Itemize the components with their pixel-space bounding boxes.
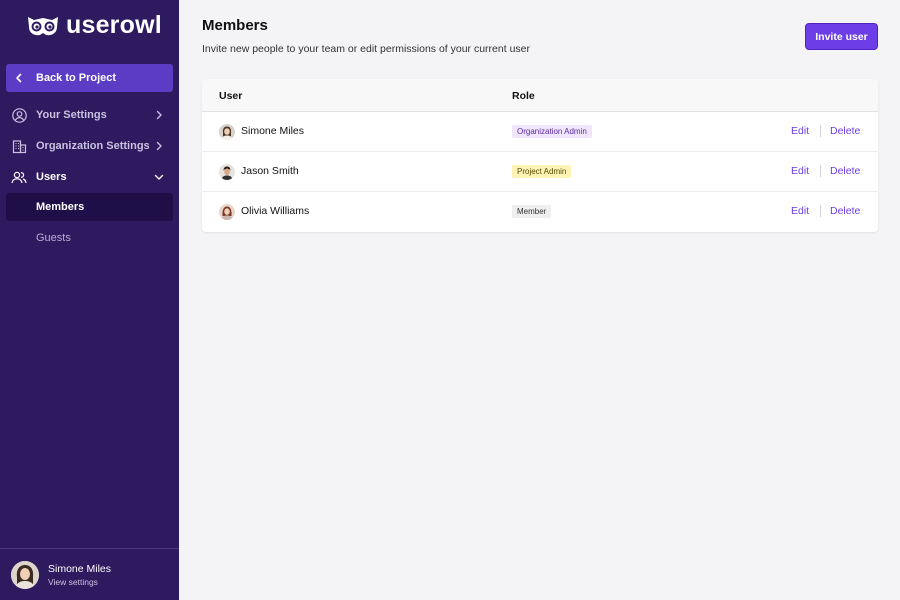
delete-button[interactable]: Delete bbox=[830, 165, 860, 177]
edit-button[interactable]: Edit bbox=[791, 165, 809, 177]
role-badge: Member bbox=[512, 205, 552, 218]
sidebar-item-your-settings[interactable]: Your Settings bbox=[6, 101, 173, 129]
sidebar-item-label: Guests bbox=[36, 232, 71, 244]
user-circle-icon bbox=[11, 107, 27, 123]
owl-logo-icon bbox=[28, 17, 58, 36]
avatar bbox=[219, 164, 235, 180]
chevron-down-icon bbox=[154, 174, 164, 180]
user-name: Olivia Williams bbox=[241, 205, 310, 217]
footer-user-name: Simone Miles bbox=[48, 562, 112, 575]
building-icon bbox=[11, 138, 27, 154]
page-subtitle: Invite new people to your team or edit p… bbox=[202, 43, 530, 55]
table-row: Jason Smith Project Admin Edit Delete bbox=[202, 152, 878, 192]
column-header-user: User bbox=[219, 90, 243, 102]
brand-logo[interactable]: userowl bbox=[26, 12, 162, 38]
edit-button[interactable]: Edit bbox=[791, 125, 809, 137]
page-title: Members bbox=[202, 17, 268, 34]
role-badge: Organization Admin bbox=[512, 125, 592, 138]
sidebar-item-label: Organization Settings bbox=[36, 140, 150, 152]
table-row: Simone Miles Organization Admin Edit Del… bbox=[202, 112, 878, 152]
action-divider bbox=[820, 165, 821, 177]
chevron-left-icon bbox=[11, 70, 27, 86]
chevron-right-icon bbox=[156, 110, 162, 120]
sidebar-item-members[interactable]: Members bbox=[6, 193, 173, 221]
delete-button[interactable]: Delete bbox=[830, 125, 860, 137]
members-table: User Role Simone Miles Organization Admi… bbox=[202, 79, 878, 232]
users-icon bbox=[11, 169, 27, 185]
column-header-role: Role bbox=[512, 90, 535, 102]
main-content: Members Invite new people to your team o… bbox=[179, 0, 900, 600]
sidebar-item-users[interactable]: Users bbox=[6, 163, 173, 191]
back-to-project-button[interactable]: Back to Project bbox=[6, 64, 173, 92]
sidebar-item-label: Your Settings bbox=[36, 109, 107, 121]
sidebar-item-guests[interactable]: Guests bbox=[6, 224, 173, 252]
delete-button[interactable]: Delete bbox=[830, 205, 860, 217]
sidebar-footer[interactable]: Simone Miles View settings bbox=[0, 548, 179, 600]
back-to-project-label: Back to Project bbox=[36, 72, 117, 84]
avatar bbox=[219, 204, 235, 220]
brand-name: userowl bbox=[66, 11, 162, 39]
action-divider bbox=[820, 205, 821, 217]
sidebar-item-organization-settings[interactable]: Organization Settings bbox=[6, 132, 173, 160]
avatar bbox=[11, 560, 39, 589]
sidebar-item-label: Members bbox=[36, 201, 85, 213]
view-settings-link[interactable]: View settings bbox=[48, 577, 111, 587]
role-badge: Project Admin bbox=[512, 165, 572, 178]
action-divider bbox=[820, 125, 821, 137]
table-header: User Role bbox=[202, 79, 878, 112]
table-row: Olivia Williams Member Edit Delete bbox=[202, 192, 878, 232]
sidebar: userowl Back to Project Your Settings Or… bbox=[0, 0, 179, 600]
user-name: Jason Smith bbox=[241, 165, 299, 177]
sidebar-item-label: Users bbox=[36, 171, 67, 183]
edit-button[interactable]: Edit bbox=[791, 205, 809, 217]
chevron-right-icon bbox=[156, 141, 162, 151]
invite-user-button[interactable]: Invite user bbox=[805, 23, 878, 50]
user-name: Simone Miles bbox=[241, 125, 305, 137]
avatar bbox=[219, 124, 235, 140]
